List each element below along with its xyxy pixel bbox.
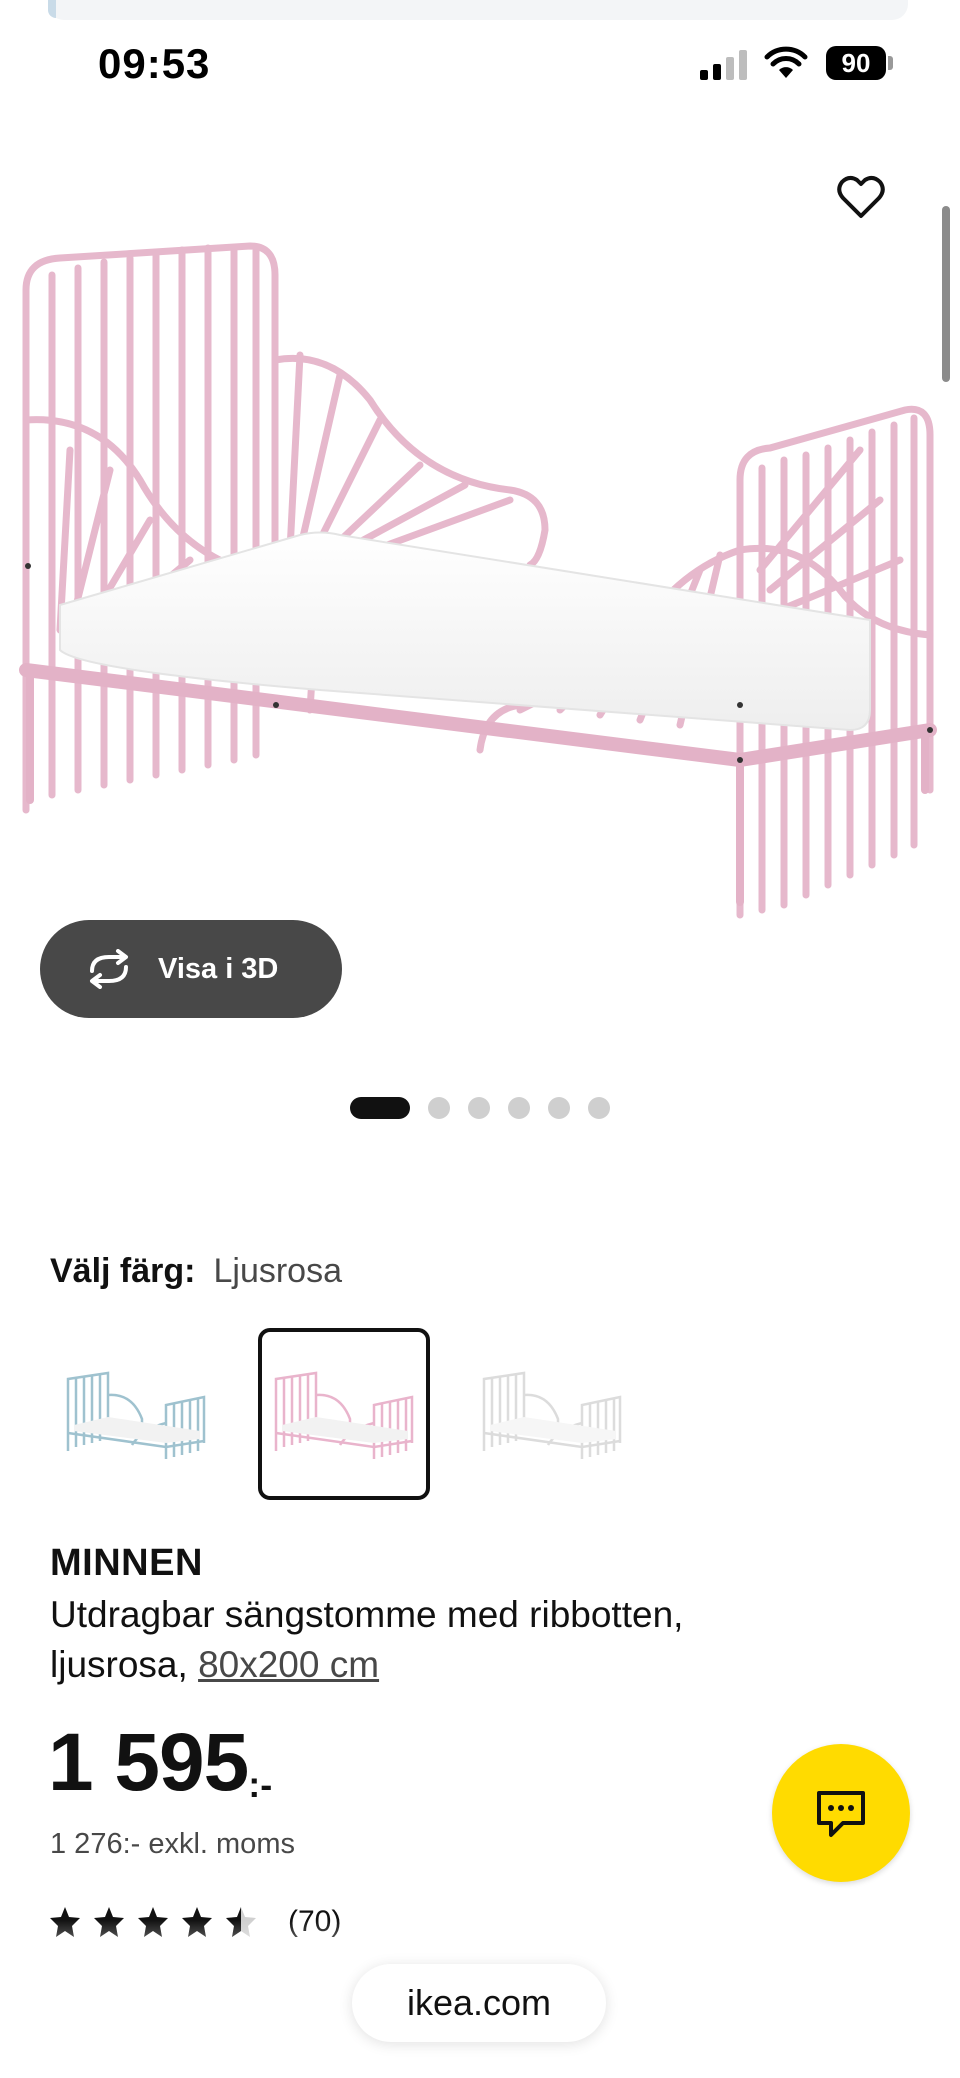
view-in-3d-label: Visa i 3D: [158, 952, 279, 985]
swatch-light-pink[interactable]: [258, 1328, 430, 1500]
rotate-3d-icon: [90, 949, 128, 989]
price: 1 595 :-: [48, 1722, 272, 1806]
cellular-signal-icon: [700, 50, 747, 80]
price-amount: 1 595: [48, 1717, 249, 1808]
wifi-icon: [764, 46, 808, 78]
browser-url-bar[interactable]: ikea.com: [352, 1964, 606, 2042]
price-excl-vat: 1 276:- exkl. moms: [50, 1828, 295, 1860]
carousel-dot[interactable]: [588, 1097, 610, 1119]
browser-url: ikea.com: [406, 1982, 552, 2023]
chat-button[interactable]: [772, 1744, 910, 1882]
carousel-dot[interactable]: [428, 1097, 450, 1119]
selected-color-value: Ljusrosa: [213, 1252, 342, 1290]
color-selection-row: Välj färg: Ljusrosa: [50, 1252, 342, 1291]
chat-icon: [817, 1791, 865, 1837]
carousel-dot[interactable]: [548, 1097, 570, 1119]
product-description: Utdragbar sängstomme med ribbotten, ljus…: [50, 1590, 810, 1690]
swatch-light-blue[interactable]: [50, 1328, 222, 1500]
color-swatches: [50, 1328, 638, 1502]
bed-thumbnail-light-pink: [274, 1371, 414, 1459]
search-bar-remnant: [48, 0, 908, 20]
battery-cap: [888, 56, 893, 70]
carousel-dot[interactable]: [350, 1097, 410, 1119]
image-carousel-indicator[interactable]: [350, 1096, 610, 1120]
size-link[interactable]: 80x200 cm: [198, 1644, 379, 1685]
bed-thumbnail-light-blue: [66, 1371, 206, 1459]
swatch-white[interactable]: [466, 1328, 638, 1500]
status-bar: 09:53 90: [0, 32, 960, 96]
heart-icon: [837, 175, 885, 218]
color-label: Välj färg:: [50, 1252, 196, 1290]
carousel-dot[interactable]: [508, 1097, 530, 1119]
product-name: MINNEN: [50, 1542, 203, 1584]
view-in-3d-button[interactable]: Visa i 3D: [40, 920, 342, 1018]
scrollbar-thumb[interactable]: [942, 206, 950, 382]
price-suffix: :-: [248, 1764, 273, 1805]
battery-indicator: 90: [826, 46, 894, 80]
favorite-button[interactable]: [834, 170, 888, 224]
bed-thumbnail-white: [482, 1371, 622, 1459]
status-time: 09:53: [98, 40, 211, 87]
battery-level: 90: [826, 46, 886, 80]
carousel-dot[interactable]: [468, 1097, 490, 1119]
